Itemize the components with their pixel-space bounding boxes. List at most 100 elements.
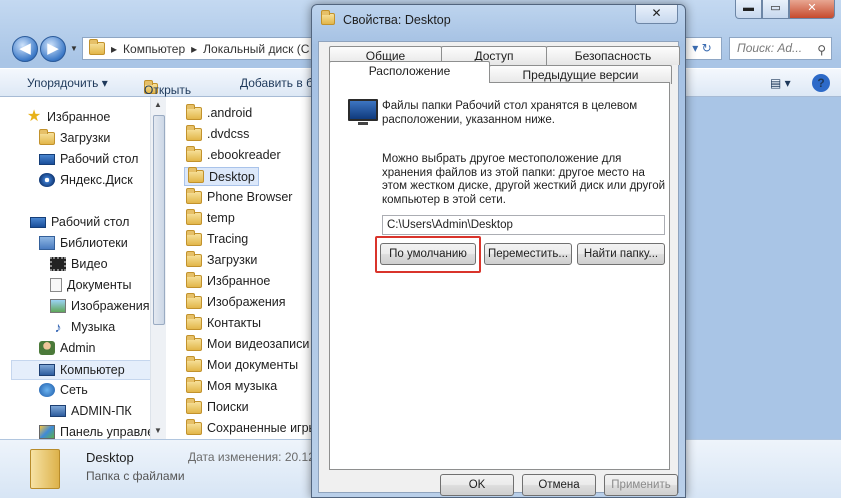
file-name: Сохраненные игры [207, 421, 318, 435]
desktop-monitor-icon [348, 99, 378, 125]
file-name: Tracing [207, 232, 249, 246]
sidebar-item-documents[interactable]: Документы [50, 278, 131, 292]
list-item[interactable]: Мои видеозаписи [186, 334, 309, 351]
recent-pages-dropdown[interactable]: ▼ [70, 44, 78, 53]
ok-button[interactable]: OK [440, 474, 514, 496]
back-button[interactable]: ◀ [12, 36, 38, 62]
location-tab-panel: Файлы папки Рабочий стол хранятся в целе… [329, 82, 670, 470]
list-item[interactable]: Избранное [186, 271, 271, 288]
scroll-down-arrow-icon[interactable]: ▼ [154, 426, 162, 435]
dialog-close-button[interactable]: ✕ [635, 5, 678, 24]
details-name: Desktop [86, 450, 134, 465]
restore-default-button[interactable]: По умолчанию [380, 243, 476, 265]
sidebar-item-video[interactable]: Видео [50, 257, 108, 271]
file-name: Загрузки [207, 253, 258, 267]
list-item[interactable]: Сохраненные игры [186, 418, 318, 435]
list-item[interactable]: Tracing [186, 229, 249, 246]
sidebar-item-admin-pc[interactable]: ADMIN-ПК [50, 404, 132, 418]
folder-icon [321, 10, 335, 25]
list-item[interactable]: temp [186, 208, 235, 225]
sidebar-item-computer[interactable]: Компьютер [11, 360, 151, 380]
sidebar-item-control-panel[interactable]: Панель управле [39, 425, 154, 439]
navigation-pane: ★ Избранное Загрузки Рабочий стол Яндекс.… [0, 97, 166, 439]
location-path-field[interactable]: C:\Users\Admin\Desktop [382, 215, 665, 235]
list-item[interactable]: Phone Browser [186, 187, 293, 204]
list-item[interactable]: .ebookreader [186, 145, 281, 162]
apply-button[interactable]: Применить [604, 474, 678, 496]
sidebar-item-label: Библиотеки [60, 236, 128, 250]
list-item-selected[interactable]: Desktop [184, 167, 259, 186]
file-name: Избранное [207, 274, 271, 288]
file-name: Моя музыка [207, 379, 278, 393]
list-item[interactable]: .android [186, 103, 252, 120]
close-button[interactable]: ✕ [789, 0, 835, 19]
sidebar-item-label: Сеть [60, 383, 88, 397]
sidebar-item-favorites[interactable]: ★ Избранное [26, 109, 111, 125]
cancel-button[interactable]: Отмена [522, 474, 596, 496]
file-name: Изображения [207, 295, 286, 309]
folder-icon [186, 229, 202, 246]
list-item[interactable]: Мои документы [186, 355, 298, 372]
title-folder-icon [321, 10, 337, 27]
sidebar-item-music[interactable]: ♪ Музыка [50, 320, 116, 334]
tab-location[interactable]: Расположение [329, 61, 490, 83]
sidebar-item-label: Рабочий стол [60, 152, 139, 166]
find-folder-button[interactable]: Найти папку... [577, 243, 665, 265]
minimize-button[interactable]: ▬ [735, 0, 762, 19]
control-panel-icon [39, 425, 55, 439]
organize-button[interactable]: Упорядочить ▾ [27, 76, 108, 90]
sidebar-item-label: Компьютер [60, 363, 125, 377]
list-item[interactable]: .dvdcss [186, 124, 249, 141]
folder-icon [188, 167, 204, 183]
list-item[interactable]: Моя музыка [186, 376, 278, 393]
maximize-button[interactable]: ▭ [762, 0, 789, 19]
sidebar-item-label: Яндекс.Диск [60, 173, 133, 187]
details-modified: Дата изменения: 20.12 [188, 450, 315, 464]
tab-security[interactable]: Безопасность [546, 46, 680, 65]
scroll-up-arrow-icon[interactable]: ▲ [154, 100, 162, 109]
location-hint: Можно выбрать другое местоположение для … [382, 153, 666, 206]
list-item[interactable]: Загрузки [186, 250, 258, 267]
sidebar-item-desktop[interactable]: Рабочий стол [39, 152, 138, 166]
computer-icon [39, 364, 55, 376]
sidebar-item-downloads[interactable]: Загрузки [39, 128, 110, 145]
sidebar-item-label: Изображения [71, 299, 150, 313]
library-icon [39, 236, 55, 250]
list-item[interactable]: Изображения [186, 292, 286, 309]
sidebar-item-images[interactable]: Изображения [50, 299, 150, 313]
breadcrumb-computer[interactable]: Компьютер [123, 42, 185, 56]
refresh-button[interactable]: ▾ ↻ [682, 37, 722, 60]
forward-button[interactable]: ▶ [40, 36, 66, 62]
sidebar-item-admin[interactable]: Admin [39, 341, 95, 355]
view-options-button[interactable]: ▤ ▾ [770, 76, 791, 90]
computer-icon [50, 405, 66, 417]
file-name: Desktop [209, 169, 255, 184]
folder-icon [186, 145, 202, 162]
folder-icon [186, 376, 202, 393]
folder-icon [186, 397, 202, 414]
sidebar-item-desktop-root[interactable]: Рабочий стол [30, 215, 129, 229]
sidebar-item-label: Панель управле [60, 425, 155, 439]
sidebar-item-libraries[interactable]: Библиотеки [39, 236, 128, 250]
move-button[interactable]: Переместить... [484, 243, 572, 265]
folder-icon [186, 355, 202, 372]
folder-icon [89, 39, 105, 55]
scrollbar-thumb[interactable] [153, 115, 165, 325]
sidebar-item-network[interactable]: Сеть [39, 383, 88, 397]
document-icon [50, 278, 62, 292]
search-input[interactable]: Поиск: Ad... ⚲ [729, 37, 832, 60]
file-name: Контакты [207, 316, 261, 330]
folder-icon [186, 271, 202, 288]
sidebar-scrollbar[interactable]: ▲ ▼ [150, 97, 166, 439]
file-name: Phone Browser [207, 190, 293, 204]
folder-icon [186, 250, 202, 267]
folder-icon [186, 124, 202, 141]
list-item[interactable]: Поиски [186, 397, 249, 414]
breadcrumb-local-disk[interactable]: Локальный диск (C [203, 42, 309, 56]
help-button[interactable]: ? [812, 74, 830, 92]
add-to-library-button[interactable]: Добавить в б [240, 76, 313, 90]
list-item[interactable]: Контакты [186, 313, 261, 330]
sidebar-item-label: ADMIN-ПК [71, 404, 132, 418]
address-bar[interactable]: ▸ Компьютер ▸ Локальный диск (C [82, 37, 322, 60]
sidebar-item-yandex-disk[interactable]: Яндекс.Диск [39, 173, 133, 187]
